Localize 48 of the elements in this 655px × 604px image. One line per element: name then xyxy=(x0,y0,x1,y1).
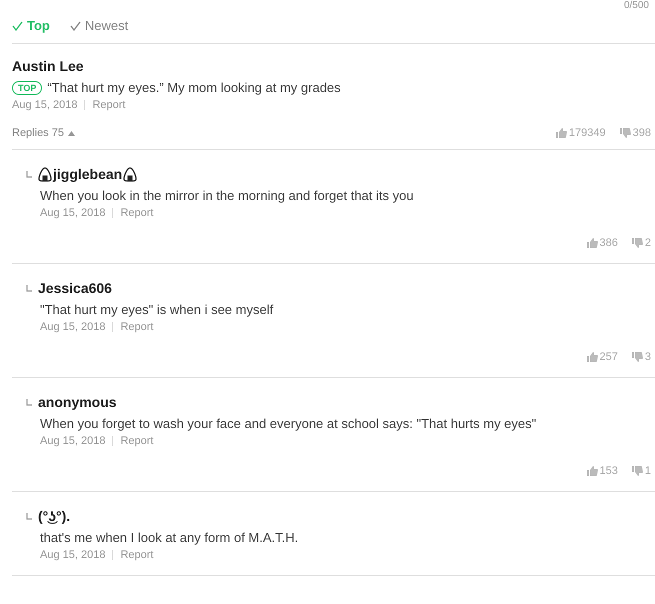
sort-tab[interactable]: Newest xyxy=(70,18,128,33)
check-icon xyxy=(70,20,81,30)
reply-date: Aug 15, 2018 xyxy=(40,435,106,447)
reply-text: that's me when I look at any form of M.A.T.H. xyxy=(40,530,298,545)
dislike-button[interactable]: 3 xyxy=(632,351,651,363)
reply-author: anonymous xyxy=(38,394,117,410)
thumbs-down-icon xyxy=(632,466,643,476)
reply-text: When you look in the mirror in the morning and forget that its you xyxy=(40,188,414,203)
reply-author: (°͜ʖ°). xyxy=(38,508,70,524)
report-link[interactable]: Report xyxy=(120,207,154,219)
report-link[interactable]: Report xyxy=(120,549,154,561)
reply-text: "That hurt my eyes" is when i see myself xyxy=(40,302,274,317)
reply-indicator-icon xyxy=(26,398,32,406)
reply-text: When you forget to wash your face and everyone at school says: "That hurts my eyes" xyxy=(40,416,536,431)
reply-author: jigglebean xyxy=(38,166,138,182)
like-button[interactable]: 153 xyxy=(586,465,618,477)
reply-date: Aug 15, 2018 xyxy=(40,321,106,333)
reply-date: Aug 15, 2018 xyxy=(40,207,106,219)
thumbs-up-icon xyxy=(556,128,567,138)
dislike-button[interactable]: 398 xyxy=(620,127,651,139)
caret-icon xyxy=(68,130,75,136)
reply-indicator-icon xyxy=(26,284,32,292)
like-button[interactable]: 386 xyxy=(586,237,618,249)
report-link[interactable]: Report xyxy=(120,435,154,447)
check-icon xyxy=(12,20,23,30)
reply-indicator-icon xyxy=(26,512,32,520)
report-link[interactable]: Report xyxy=(120,321,154,333)
thumbs-up-icon xyxy=(586,238,598,248)
comment-author: Austin Lee xyxy=(12,58,84,74)
reply-date: Aug 15, 2018 xyxy=(40,549,106,561)
reply-author: Jessica606 xyxy=(38,280,112,296)
like-button[interactable]: 179349 xyxy=(556,127,606,139)
like-button[interactable]: 257 xyxy=(586,351,618,363)
thumbs-down-icon xyxy=(620,128,631,138)
comment-text: “That hurt my eyes.” My mom looking at my grades xyxy=(47,80,341,95)
reply-indicator-icon xyxy=(26,170,32,178)
top-badge: TOP xyxy=(12,80,42,94)
comment-date: Aug 15, 2018 xyxy=(12,99,78,111)
thumbs-up-icon xyxy=(586,352,598,362)
dislike-button[interactable]: 2 xyxy=(632,237,651,249)
replies-toggle[interactable]: Replies 75 xyxy=(12,127,75,139)
thumbs-up-icon xyxy=(586,466,598,476)
thumbs-down-icon xyxy=(632,238,643,248)
sort-tab[interactable]: Top xyxy=(12,18,50,33)
thumbs-down-icon xyxy=(632,352,643,362)
report-link[interactable]: Report xyxy=(92,99,126,111)
character-counter: 0/500 xyxy=(622,0,650,12)
dislike-button[interactable]: 1 xyxy=(632,465,651,477)
